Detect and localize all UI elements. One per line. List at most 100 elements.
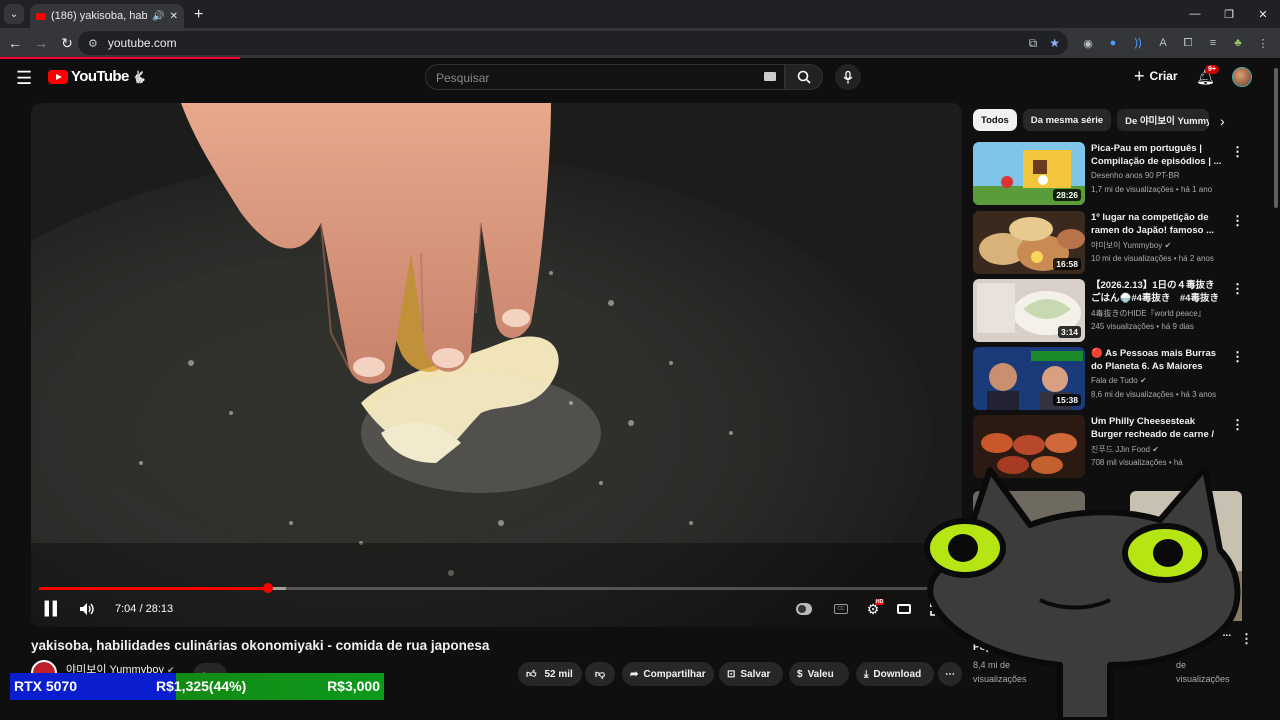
dislike-button[interactable]: 👎︎ — [585, 662, 615, 686]
duration-badge: 16:58 — [1053, 258, 1081, 270]
current-price: R$1,325(44%) — [156, 678, 247, 694]
create-label: Criar — [1149, 69, 1178, 83]
more-options-icon[interactable]: ⋮ — [1231, 417, 1244, 433]
site-info-icon[interactable]: ⚙ — [88, 37, 98, 50]
list-item[interactable]: 3:14 【2026.2.13】1日の４毒抜きごはん🍚#4毒抜き #4毒抜きの.… — [973, 279, 1273, 343]
extensions-area: ◉ ● )) A ⧠ ≡ ♣ ⋮ — [1080, 28, 1271, 58]
rec-title: 🔴 As Pessoas mais Burras do Planeta 6. A… — [1091, 348, 1217, 372]
youtube-play-logo-icon — [48, 69, 68, 84]
browser-tab-bar: ⌄ (186) yakisoba, habilidades 🔊 ✕ + — ❐ … — [0, 0, 1280, 28]
tab-title: (186) yakisoba, habilidades — [51, 10, 148, 22]
hd-badge: HD — [875, 599, 885, 605]
extension-icon-3[interactable]: )) — [1130, 35, 1146, 51]
scrubber-handle[interactable] — [262, 583, 273, 593]
thumbnail[interactable]: 15:38 — [973, 347, 1085, 410]
chip-todos[interactable]: Todos — [973, 109, 1017, 131]
thumbs-down-icon: 👎︎ — [594, 669, 606, 680]
omnibox[interactable]: ⚙ youtube.com ⧉ ★ — [78, 31, 1068, 55]
more-options-icon[interactable]: ⋮ — [1231, 213, 1244, 229]
subtitles-button[interactable]: CC — [832, 597, 850, 621]
theater-mode-button[interactable] — [895, 597, 913, 621]
more-options-icon[interactable]: ⋮ — [1231, 281, 1244, 297]
chip-channel[interactable]: De 야미보이 Yummyboy — [1117, 109, 1210, 131]
youtube-header: ☰ YouTube 🐇 Pesquisar + Criar 🔔︎ 9+ — [0, 58, 1280, 98]
captions-icon: CC — [834, 604, 848, 614]
more-options-icon[interactable]: ⋮ — [1231, 349, 1244, 365]
chip-same-series[interactable]: Da mesma série — [1022, 109, 1112, 131]
chevron-right-icon[interactable]: › — [1220, 113, 1225, 129]
minimize-icon[interactable]: — — [1178, 0, 1212, 28]
notifications-button[interactable]: 🔔︎ 9+ — [1196, 65, 1219, 86]
rec-channel-row: 야미보이 Yummyboy ✔ — [1091, 240, 1171, 251]
translate-icon[interactable]: A — [1155, 35, 1171, 51]
video-title: yakisoba, habilidades culinárias okonomi… — [31, 638, 490, 653]
close-window-icon[interactable]: ✕ — [1246, 0, 1280, 28]
back-icon[interactable]: ← — [4, 35, 26, 51]
cast-icon[interactable]: ⧉ — [1029, 36, 1038, 51]
rec-meta: 10 mi de visualizações • há 2 anos — [1091, 254, 1214, 263]
duration-badge: 3:14 — [1057, 326, 1081, 338]
verified-icon: ✔ — [1139, 376, 1147, 385]
more-options-icon[interactable]: ⋮ — [1231, 144, 1244, 160]
doodle-icon: 🐇 — [131, 69, 147, 84]
volume-button[interactable] — [77, 597, 97, 621]
list-item[interactable]: 15:38 🔴 As Pessoas mais Burras do Planet… — [973, 347, 1273, 411]
extensions-puzzle-icon[interactable]: ⧠ — [1180, 35, 1196, 51]
bookmark-star-icon[interactable]: ★ — [1049, 36, 1060, 51]
search-button[interactable] — [785, 64, 823, 90]
thumbnail[interactable]: 3:14 — [973, 279, 1085, 342]
video-player[interactable]: ▍▍ 7:04 / 28:13 CC ⚙ HD — [31, 103, 962, 627]
browser-tab[interactable]: (186) yakisoba, habilidades 🔊 ✕ — [30, 4, 184, 28]
price-overlay: RTX 5070 R$1,325(44%) R$3,000 — [10, 673, 384, 700]
speaker-icon[interactable]: 🔊 — [152, 11, 164, 22]
window-controls: — ❐ ✕ — [1178, 0, 1280, 28]
keyboard-icon[interactable] — [764, 72, 776, 81]
menu-icon[interactable]: ☰ — [16, 68, 32, 89]
save-button[interactable]: ⊡ Salvar — [719, 662, 783, 686]
new-tab-button[interactable]: + — [194, 7, 203, 23]
autoplay-toggle[interactable] — [795, 597, 813, 621]
media-control-icon[interactable]: ≡ — [1205, 35, 1221, 51]
extension-icon-4[interactable]: ♣ — [1230, 35, 1246, 51]
share-button[interactable]: ➦ Compartilhar — [622, 662, 714, 686]
logo-text: YouTube — [71, 68, 129, 85]
rec-title: Pica-Pau em português | Compilação de ep… — [1091, 143, 1222, 167]
close-tab-icon[interactable]: ✕ — [170, 11, 178, 22]
list-item[interactable]: 16:58 1º lugar na competição de ramen do… — [973, 211, 1273, 275]
browser-menu-icon[interactable]: ⋮ — [1255, 35, 1271, 51]
extension-icon-2[interactable]: ● — [1105, 35, 1121, 51]
extension-icon-1[interactable]: ◉ — [1080, 35, 1096, 51]
settings-button[interactable]: ⚙ HD — [864, 597, 885, 621]
rec-channel-row: Fala de Tudo ✔ — [1091, 376, 1147, 385]
reload-icon[interactable]: ↻ — [56, 35, 78, 52]
current-price-segment: R$1,325(44%) — [86, 673, 246, 700]
progress-bar[interactable] — [39, 583, 954, 593]
search-input[interactable]: Pesquisar — [425, 64, 785, 90]
list-item[interactable]: 28:26 Pica-Pau em português | Compilação… — [973, 142, 1273, 206]
youtube-logo[interactable]: YouTube 🐇 — [48, 68, 147, 85]
like-button[interactable]: 👍︎ 52 mil — [518, 662, 582, 686]
video-frame — [31, 103, 962, 627]
duration-badge: 28:26 — [1053, 189, 1081, 201]
account-avatar[interactable] — [1232, 67, 1252, 87]
pause-button[interactable]: ▍▍ — [43, 597, 63, 621]
target-price: R$3,000 — [327, 678, 380, 694]
tab-search-button[interactable]: ⌄ — [4, 4, 24, 24]
create-button[interactable]: + Criar — [1134, 67, 1178, 85]
thumbnail[interactable]: 28:26 — [973, 142, 1085, 205]
rec-meta: 8,6 mi de visualizações • há 3 anos — [1091, 390, 1217, 399]
thanks-button[interactable]: $ Valeu — [789, 662, 849, 686]
search-icon — [797, 70, 811, 84]
like-count: 52 mil — [544, 668, 573, 680]
maximize-icon[interactable]: ❐ — [1212, 0, 1246, 28]
forward-icon[interactable]: → — [30, 35, 52, 51]
scrollbar-thumb[interactable] — [1274, 68, 1278, 208]
rec-meta: 1,7 mi de visualizações • há 1 ano — [1091, 185, 1213, 194]
volume-icon — [80, 603, 94, 615]
voice-search-button[interactable] — [835, 64, 861, 90]
thumbnail[interactable]: 16:58 — [973, 211, 1085, 274]
url-text: youtube.com — [107, 36, 177, 50]
microphone-icon — [843, 70, 853, 83]
rec-title: 1º lugar na competição de ramen do Japão… — [1091, 212, 1214, 236]
page-scrollbar[interactable] — [1272, 58, 1280, 690]
